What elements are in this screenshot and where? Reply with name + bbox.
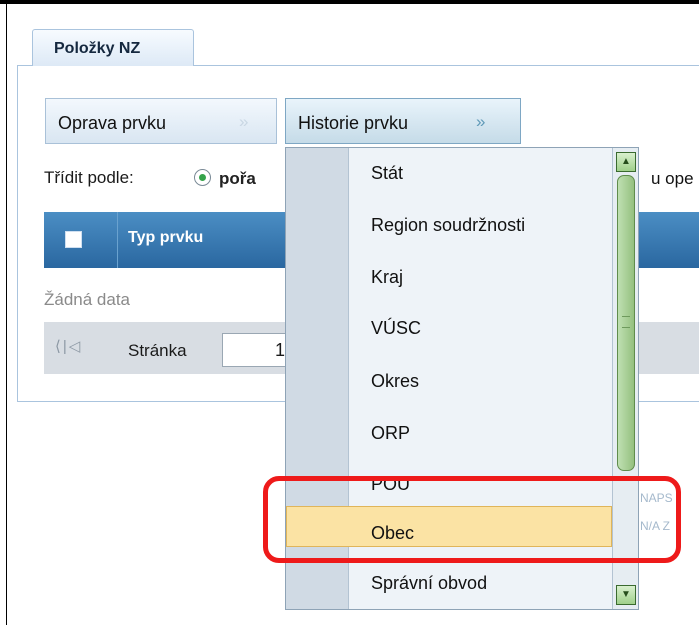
tab-polozky-nz[interactable]: Položky NZ <box>32 29 194 66</box>
grip-icon <box>622 316 630 328</box>
sort-radio-button[interactable] <box>194 169 211 186</box>
menu-item-orp[interactable]: ORP <box>371 423 410 444</box>
menu-item-stat[interactable]: Stát <box>371 163 403 184</box>
menu-item-okres[interactable]: Okres <box>371 371 419 392</box>
left-border <box>6 4 7 625</box>
menu-item-vusc[interactable]: VÚSC <box>371 318 421 339</box>
column-header-typ-prvku[interactable]: Typ prvku <box>128 229 203 247</box>
menu-item-spravni-obvod[interactable]: Správní obvod <box>371 573 487 594</box>
annotation-highlight <box>263 476 681 563</box>
historie-prvku-label: Historie prvku <box>298 113 409 133</box>
chevron-right-icon: » <box>476 112 486 131</box>
sort-option-tail: u ope <box>651 169 694 188</box>
menu-item-region-soudrznosti[interactable]: Region soudržnosti <box>371 215 525 236</box>
historie-prvku-button[interactable]: Historie prvku » <box>285 98 521 144</box>
oprava-prvku-button[interactable]: Oprava prvku » <box>45 98 277 144</box>
select-all-checkbox[interactable] <box>65 231 82 248</box>
top-border <box>0 0 699 4</box>
scroll-up-icon[interactable]: ▲ <box>616 152 636 172</box>
header-divider <box>117 212 118 268</box>
page-number-input[interactable]: 1 <box>222 333 292 367</box>
scroll-down-icon[interactable]: ▼ <box>616 585 636 605</box>
first-prev-page-icon[interactable]: ⟨|◁ <box>55 337 82 355</box>
oprava-prvku-label: Oprava prvku <box>58 113 167 133</box>
page-label: Stránka <box>128 341 187 360</box>
menu-item-kraj[interactable]: Kraj <box>371 267 403 288</box>
chevron-right-icon: » <box>239 112 249 131</box>
empty-data-text: Žádná data <box>44 290 131 309</box>
sort-option-label: pořa <box>219 169 256 188</box>
sort-label: Třídit podle: <box>44 168 134 187</box>
scroll-thumb[interactable] <box>617 175 635 471</box>
